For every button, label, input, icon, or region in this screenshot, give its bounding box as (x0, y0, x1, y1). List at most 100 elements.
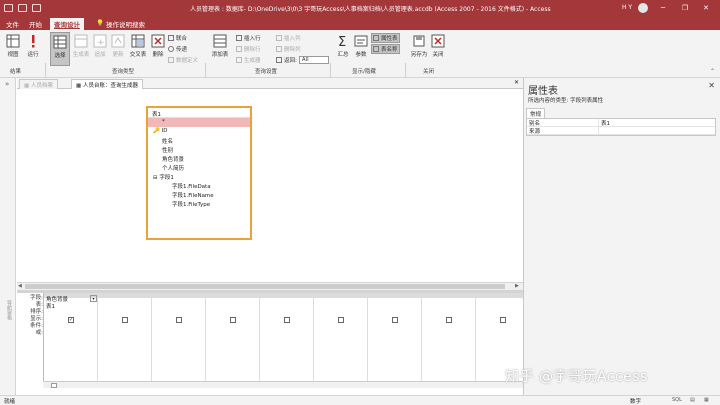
parameters-button[interactable]: 参数 (353, 34, 369, 58)
scroll-right-icon[interactable]: ▶ (515, 283, 519, 289)
collapse-ribbon-icon[interactable]: ⌃ (710, 68, 715, 75)
collapse-icon[interactable]: ⊟ (153, 175, 158, 181)
scroll-left-icon[interactable]: ◀ (18, 283, 22, 289)
make-table-button[interactable]: 生成表 (72, 34, 90, 58)
doc-tab-inactive[interactable]: ▦ 人员档案 (19, 79, 58, 89)
field-dropdown-icon[interactable]: ▾ (90, 295, 97, 302)
sql-view-icon[interactable]: SQL (672, 397, 682, 403)
field-list-item[interactable]: 字段1.FileType (148, 199, 250, 208)
datasheet-view-icon[interactable]: ▦ (704, 397, 709, 403)
column-selector[interactable] (152, 293, 206, 298)
column-selector[interactable] (98, 293, 152, 298)
column-selector[interactable] (314, 293, 368, 298)
grid-column[interactable] (368, 293, 422, 385)
field-list-table1[interactable]: 表1 * 🔑 ID 姓名 性别 角色背景 个人简历 ⊟ 字段1 字段1.File… (146, 106, 252, 240)
add-tables-button[interactable]: 添加表 (210, 34, 230, 58)
union-button[interactable]: 联合 (168, 34, 187, 42)
property-sheet-button[interactable]: 属性表 (371, 33, 400, 43)
delete-rows-button[interactable]: 删除行 (236, 45, 261, 53)
undo-icon[interactable] (18, 4, 27, 12)
table-cell[interactable]: 表1 (46, 302, 55, 310)
field-list-item[interactable]: 字段1.FileName (148, 190, 250, 199)
show-checkbox[interactable] (338, 317, 344, 323)
show-checkbox[interactable] (122, 317, 128, 323)
scrollbar-thumb[interactable] (51, 383, 57, 388)
minimize-icon[interactable]: ─ (658, 3, 668, 13)
insert-columns-button[interactable]: 插入列 (276, 34, 301, 42)
grid-column[interactable] (152, 293, 206, 385)
close-icon[interactable]: ✕ (708, 81, 715, 90)
view-button[interactable]: 视图 (4, 34, 22, 58)
column-selector[interactable] (368, 293, 422, 298)
field-list-item[interactable]: 姓名 (148, 136, 250, 145)
close-doc-icon[interactable]: ✕ (514, 79, 519, 86)
data-definition-button[interactable]: 数据定义 (168, 56, 198, 64)
grid-column[interactable] (422, 293, 476, 385)
tab-file[interactable]: 文件 (6, 19, 19, 29)
show-checkbox[interactable] (500, 317, 506, 323)
tell-me-search[interactable]: 操作说明搜索 (106, 19, 145, 29)
restore-icon[interactable]: ❐ (680, 3, 690, 13)
grid-column[interactable] (206, 293, 260, 385)
field-list-item[interactable]: 个人简历 (148, 163, 250, 172)
select-query-button[interactable]: 选择 (50, 32, 70, 66)
scrollbar-thumb[interactable] (25, 284, 505, 289)
show-checkbox[interactable] (230, 317, 236, 323)
horizontal-scrollbar[interactable]: ◀ ▶ (17, 282, 523, 290)
update-button[interactable]: 更新 (110, 34, 126, 58)
property-row[interactable]: 来源 (527, 127, 715, 135)
save-as-button[interactable]: 另存为 (410, 34, 428, 58)
field-list-item[interactable]: ⊟ 字段1 (148, 172, 250, 181)
globe-icon (168, 46, 174, 52)
property-sheet-title: 属性表 (528, 86, 558, 97)
property-value[interactable]: 表1 (599, 119, 610, 127)
save-icon[interactable] (4, 4, 13, 12)
data-definition-icon (168, 57, 174, 63)
append-button[interactable]: + 追加 (92, 34, 108, 58)
column-selector[interactable] (206, 293, 260, 298)
show-checkbox[interactable] (284, 317, 290, 323)
user-name[interactable]: H Y (622, 4, 632, 11)
show-checkbox[interactable] (392, 317, 398, 323)
field-list-item[interactable]: 🔑 ID (148, 127, 250, 136)
field-list-item[interactable]: 字段1.FileData (148, 181, 250, 190)
grid-column[interactable] (98, 293, 152, 385)
field-list-item[interactable]: 角色背景 (148, 154, 250, 163)
grid-column[interactable] (260, 293, 314, 385)
delete-columns-button[interactable]: 删除列 (276, 45, 301, 53)
grid-column[interactable]: 角色背景 表1 ▾ ✓ (44, 293, 98, 385)
field-list-item[interactable]: 性别 (148, 145, 250, 154)
column-selector[interactable] (260, 293, 314, 298)
passthrough-button[interactable]: 传递 (168, 45, 187, 53)
table-names-button[interactable]: 表名称 (371, 44, 400, 54)
property-value[interactable] (599, 127, 601, 134)
show-checkbox[interactable]: ✓ (68, 317, 74, 323)
avatar[interactable] (638, 3, 648, 13)
tab-query-design[interactable]: 查询设计 (50, 18, 84, 30)
make-table-icon (74, 34, 88, 48)
return-select[interactable]: All (298, 56, 329, 64)
field-list-item[interactable]: * (148, 118, 250, 127)
show-checkbox[interactable] (176, 317, 182, 323)
close-icon[interactable]: ✕ (701, 3, 711, 13)
delete-query-button[interactable]: 删除 (150, 34, 166, 58)
close-query-button[interactable]: 关闭 (430, 34, 446, 58)
redo-icon[interactable] (32, 4, 41, 12)
totals-button[interactable]: Σ 汇总 (335, 34, 351, 58)
navigation-pane-label[interactable]: 导航窗格 (3, 300, 13, 320)
column-selector[interactable] (476, 293, 530, 298)
grid-column[interactable] (314, 293, 368, 385)
doc-tab-active[interactable]: ▦ 人员台账：查询生成器 (71, 79, 143, 89)
insert-rows-button[interactable]: 插入行 (236, 34, 261, 42)
run-button[interactable]: 运行 (25, 34, 41, 58)
builder-button[interactable]: 生成器 (236, 56, 261, 64)
status-text: 就绪 (4, 399, 16, 405)
tab-home[interactable]: 开始 (29, 19, 42, 29)
column-selector[interactable] (422, 293, 476, 298)
crosstab-button[interactable]: 交叉表 (128, 34, 148, 58)
grid-scrollbar[interactable] (43, 381, 523, 388)
chevron-right-icon[interactable]: » (5, 80, 9, 88)
property-row[interactable]: 别名 表1 (527, 119, 715, 127)
show-checkbox[interactable] (446, 317, 452, 323)
design-view-icon[interactable]: ▤ (690, 397, 695, 403)
